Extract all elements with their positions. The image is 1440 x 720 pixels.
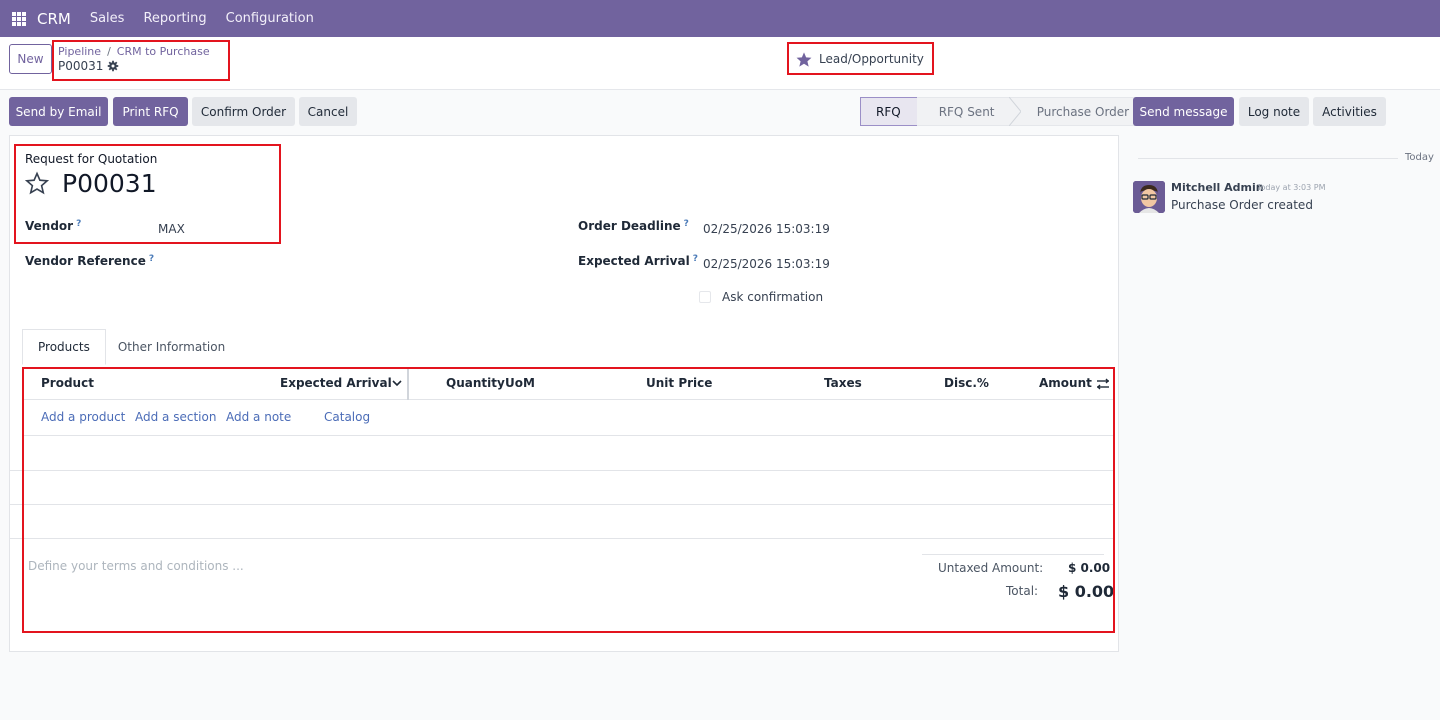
date-separator-line (1138, 158, 1398, 159)
breadcrumb-crm-to-purchase[interactable]: CRM to Purchase (117, 45, 210, 58)
log-note-button[interactable]: Log note (1239, 97, 1309, 126)
star-icon (796, 51, 812, 67)
untaxed-amount-label: Untaxed Amount: (938, 561, 1044, 575)
avatar[interactable] (1133, 181, 1165, 213)
order-lines-header: Product Expected Arrival Quantity UoM Un… (23, 367, 1115, 400)
add-line-row: Add a product Add a section Add a note C… (23, 401, 1115, 436)
message-timestamp: Today at 3:03 PM (1257, 183, 1326, 192)
add-note-link[interactable]: Add a note (226, 410, 291, 424)
print-rfq-button[interactable]: Print RFQ (113, 97, 188, 126)
breadcrumb-pipeline[interactable]: Pipeline (58, 45, 101, 58)
expected-arrival-field[interactable]: 02/25/2026 15:03:19 (703, 257, 830, 271)
activities-button[interactable]: Activities (1313, 97, 1386, 126)
record-name-text: P00031 (58, 59, 104, 73)
menu-configuration[interactable]: Configuration (226, 11, 314, 26)
message-author[interactable]: Mitchell Admin (1171, 181, 1264, 194)
tab-other-information[interactable]: Other Information (106, 329, 237, 365)
table-row (10, 505, 1114, 539)
document-type-label: Request for Quotation (25, 152, 158, 166)
lead-opportunity-smart-button[interactable]: Lead/Opportunity (795, 48, 924, 70)
stage-rfq[interactable]: RFQ (860, 97, 918, 126)
ask-confirmation-label: Ask confirmation (722, 290, 824, 304)
column-expected-arrival[interactable]: Expected Arrival (280, 376, 392, 390)
totals-divider (922, 554, 1104, 555)
tab-products[interactable]: Products (22, 329, 106, 365)
column-quantity[interactable]: Quantity (446, 376, 505, 390)
cancel-button[interactable]: Cancel (299, 97, 357, 126)
menu-reporting[interactable]: Reporting (143, 11, 206, 26)
star-outline-icon[interactable] (25, 171, 49, 195)
send-message-button[interactable]: Send message (1133, 97, 1234, 126)
total-value: $ 0.00 (1058, 582, 1115, 601)
avatar-image (1133, 181, 1165, 213)
add-product-link[interactable]: Add a product (41, 410, 125, 424)
ask-confirmation-checkbox[interactable] (699, 291, 711, 303)
optional-columns-icon[interactable] (1096, 378, 1110, 390)
menu-sales[interactable]: Sales (90, 11, 125, 26)
table-row (10, 471, 1114, 505)
vendor-reference-label: Vendor Reference? (25, 254, 155, 268)
catalog-link[interactable]: Catalog (324, 410, 370, 424)
record-name: P00031 (58, 59, 119, 73)
stage-rfq-sent[interactable]: RFQ Sent (916, 97, 1021, 126)
top-navbar: CRM Sales Reporting Configuration (0, 0, 1440, 37)
table-row (10, 437, 1114, 471)
column-taxes[interactable]: Taxes (824, 376, 862, 390)
control-panel: New Pipeline / CRM to Purchase P00031 Le… (0, 37, 1440, 90)
vendor-label: Vendor? (25, 219, 82, 233)
notebook-tabs: Products Other Information (22, 329, 237, 365)
column-product[interactable]: Product (41, 376, 94, 390)
add-section-link[interactable]: Add a section (135, 410, 216, 424)
breadcrumb: Pipeline / CRM to Purchase (58, 45, 210, 58)
stage-arrow-icon (1008, 97, 1021, 126)
order-deadline-field[interactable]: 02/25/2026 15:03:19 (703, 222, 830, 236)
column-unit-price[interactable]: Unit Price (646, 376, 712, 390)
document-title: P00031 (62, 169, 157, 198)
gear-icon[interactable] (107, 60, 119, 72)
smart-button-label: Lead/Opportunity (819, 52, 924, 66)
confirm-order-button[interactable]: Confirm Order (192, 97, 295, 126)
chevron-down-icon[interactable] (392, 378, 402, 388)
column-uom[interactable]: UoM (505, 376, 535, 390)
untaxed-amount-value: $ 0.00 (1068, 561, 1111, 575)
vendor-field[interactable]: MAX (158, 222, 185, 236)
total-label: Total: (1006, 584, 1039, 598)
status-bar: RFQ RFQ Sent Purchase Order (860, 97, 1161, 126)
order-deadline-label: Order Deadline? (578, 219, 689, 233)
app-name[interactable]: CRM (37, 10, 71, 28)
terms-and-conditions-field[interactable]: Define your terms and conditions ... (28, 559, 244, 573)
send-by-email-button[interactable]: Send by Email (9, 97, 108, 126)
column-resize-handle[interactable] (407, 368, 409, 400)
breadcrumb-separator: / (107, 45, 111, 58)
expected-arrival-label: Expected Arrival? (578, 254, 698, 268)
column-discount[interactable]: Disc.% (944, 376, 989, 390)
new-button[interactable]: New (9, 44, 52, 74)
form-sheet: Request for Quotation P00031 Vendor? MAX… (9, 135, 1119, 652)
date-separator: Today (1405, 152, 1434, 163)
apps-grid-icon[interactable] (12, 11, 26, 26)
column-amount[interactable]: Amount (1039, 376, 1092, 390)
message-body: Purchase Order created (1171, 198, 1313, 212)
